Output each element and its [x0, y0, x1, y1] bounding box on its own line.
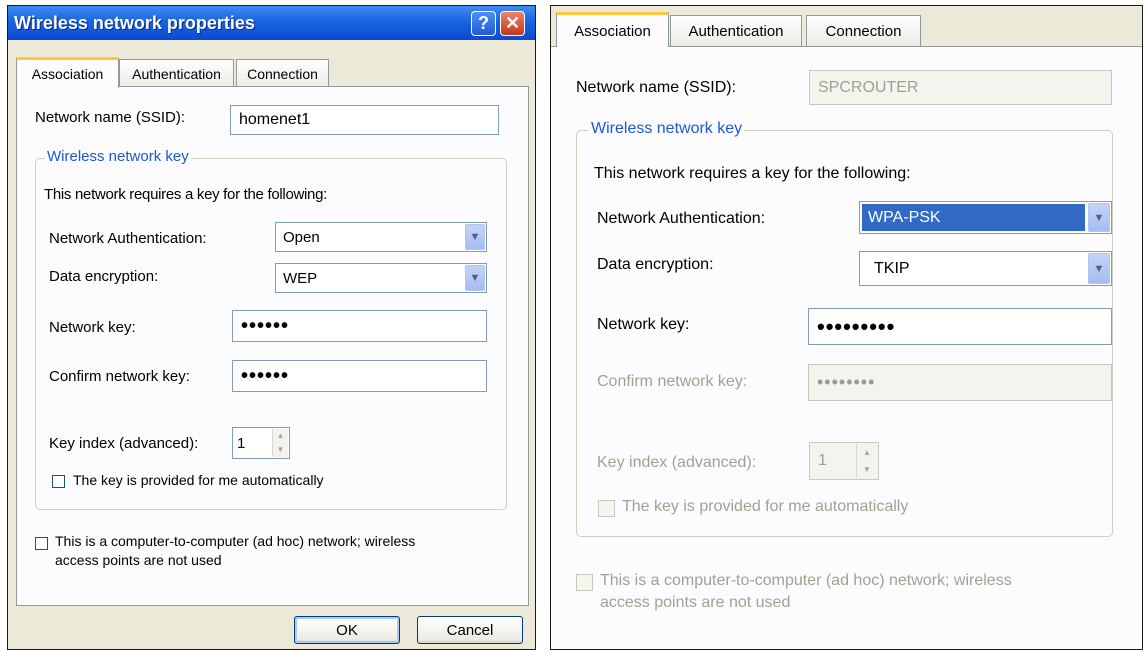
auth-label: Network Authentication:	[597, 210, 766, 227]
key-index-spinner[interactable]: 1 ▲ ▼	[232, 427, 290, 459]
chevron-down-icon[interactable]: ▼	[1088, 253, 1110, 284]
confirm-key-input[interactable]: ••••••	[232, 360, 487, 392]
chevron-down-icon[interactable]: ▼	[465, 265, 485, 291]
adhoc-label-line1: This is a computer-to-computer (ad hoc) …	[55, 533, 416, 549]
ssid-input[interactable]: homenet1	[230, 105, 499, 135]
key-index-label: Key index (advanced):	[49, 435, 199, 452]
chevron-down-icon[interactable]: ▼	[1088, 203, 1110, 232]
auto-key-label: The key is provided for me automatically	[622, 498, 909, 515]
network-key-label: Network key:	[597, 316, 690, 333]
auth-dropdown[interactable]: WPA-PSK ▼	[859, 201, 1112, 234]
encryption-label: Data encryption:	[49, 268, 159, 285]
spin-arrows[interactable]: ▲ ▼	[856, 444, 877, 478]
adhoc-label-line1: This is a computer-to-computer (ad hoc) …	[600, 572, 1012, 589]
chevron-down-icon[interactable]: ▼	[465, 224, 485, 250]
spin-down-icon[interactable]: ▼	[863, 465, 871, 474]
tab-authentication[interactable]: Authentication	[670, 15, 802, 46]
encryption-dropdown[interactable]: TKIP ▼	[859, 251, 1112, 286]
wireless-key-legend: Wireless network key	[589, 120, 745, 138]
spin-up-icon[interactable]: ▲	[277, 432, 285, 440]
adhoc-checkbox[interactable]	[576, 574, 593, 591]
encryption-value: WEP	[283, 269, 318, 287]
ssid-input[interactable]: SPCROUTER	[809, 70, 1112, 105]
ssid-label: Network name (SSID):	[35, 109, 186, 126]
help-icon[interactable]: ?	[471, 11, 496, 36]
right-dialog-panel: Association Authentication Connection Ne…	[550, 5, 1143, 650]
network-key-label: Network key:	[49, 319, 136, 336]
spin-up-icon[interactable]: ▲	[863, 448, 871, 457]
requires-key-text: This network requires a key for the foll…	[594, 165, 911, 182]
encryption-value: TKIP	[874, 259, 910, 277]
network-key-input[interactable]: •••••••••	[808, 308, 1112, 345]
association-tab-panel: Network name (SSID): homenet1 Wireless n…	[16, 86, 529, 606]
key-index-value: 1	[818, 452, 827, 469]
left-dialog-window: Wireless network properties ? ✕ Associat…	[7, 5, 536, 650]
close-icon[interactable]: ✕	[500, 11, 525, 36]
requires-key-text: This network requires a key for the foll…	[44, 186, 327, 203]
wireless-key-legend: Wireless network key	[45, 148, 191, 165]
window-title: Wireless network properties	[14, 13, 255, 33]
tab-strip: Association Authentication Connection	[556, 12, 926, 47]
key-index-value: 1	[237, 434, 246, 452]
adhoc-checkbox[interactable]	[35, 537, 48, 550]
tab-association[interactable]: Association	[556, 12, 669, 47]
encryption-label: Data encryption:	[597, 256, 714, 273]
spin-down-icon[interactable]: ▼	[277, 446, 285, 454]
auto-key-label: The key is provided for me automatically	[73, 472, 324, 488]
key-index-label: Key index (advanced):	[597, 454, 757, 471]
tab-association[interactable]: Association	[16, 57, 119, 88]
tab-strip: Association Authentication Connection	[16, 57, 336, 88]
ssid-label: Network name (SSID):	[576, 79, 737, 96]
network-key-input[interactable]: ••••••	[232, 310, 487, 342]
auth-value: WPA-PSK	[862, 204, 1085, 231]
auto-key-checkbox[interactable]	[52, 475, 65, 488]
tab-authentication[interactable]: Authentication	[119, 59, 234, 87]
key-index-spinner[interactable]: 1 ▲ ▼	[809, 442, 879, 480]
adhoc-label-line2: access points are not used	[600, 594, 791, 611]
ok-button[interactable]: OK	[294, 616, 400, 644]
auth-dropdown[interactable]: Open ▼	[275, 222, 487, 252]
confirm-key-label: Confirm network key:	[597, 373, 748, 390]
cancel-button[interactable]: Cancel	[417, 616, 523, 644]
confirm-key-label: Confirm network key:	[49, 368, 190, 385]
auto-key-checkbox[interactable]	[598, 500, 615, 517]
tab-connection[interactable]: Connection	[236, 59, 329, 87]
adhoc-label-line2: access points are not used	[55, 552, 222, 568]
spin-arrows[interactable]: ▲ ▼	[272, 429, 288, 457]
auth-label: Network Authentication:	[49, 230, 207, 247]
encryption-dropdown[interactable]: WEP ▼	[275, 263, 487, 293]
auth-value: Open	[283, 228, 320, 246]
confirm-key-input[interactable]: ••••••••	[808, 364, 1112, 401]
tab-connection[interactable]: Connection	[806, 15, 921, 46]
title-bar[interactable]: Wireless network properties ? ✕	[8, 6, 535, 40]
